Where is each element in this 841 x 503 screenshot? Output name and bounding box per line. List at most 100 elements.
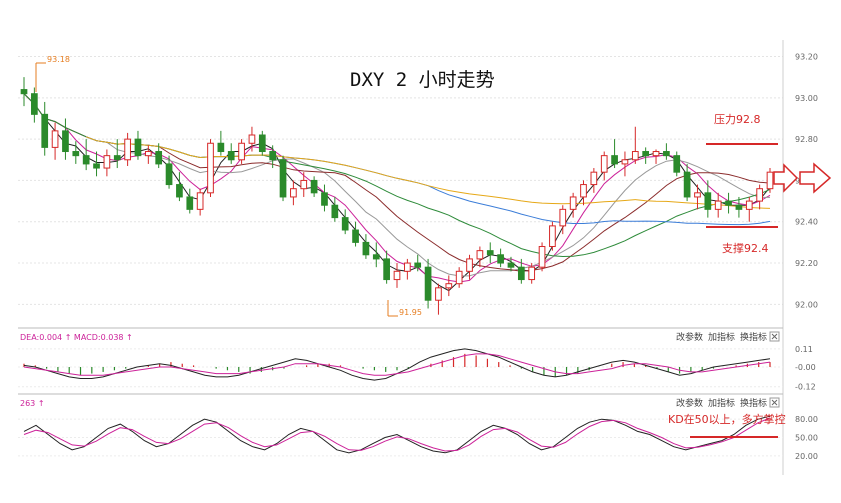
candle-body [124, 138, 131, 161]
candle-body [590, 171, 598, 186]
price-tick-label: 92.80 [795, 135, 818, 144]
candle-body [673, 155, 681, 173]
candle-body [321, 192, 328, 206]
candle-body [290, 188, 297, 198]
arrow-shape-2 [799, 162, 832, 194]
candlestick [673, 151, 681, 177]
price-tick-label: 92.20 [795, 259, 818, 268]
candle-body [113, 155, 121, 161]
candle-body [725, 200, 732, 206]
candle-body [569, 196, 577, 210]
price-tick-label: 93.00 [795, 94, 818, 103]
macd-add-indicator-button[interactable]: 加指标 [708, 331, 735, 343]
candle-body [207, 142, 214, 194]
price-y-axis: 93.2093.0092.8092.6092.4092.2092.00 [782, 40, 818, 475]
macd-change-params-button[interactable]: 改参数 [676, 331, 703, 343]
kd-y-axis: 80.00 50.00 20.00 [795, 415, 818, 461]
candle-body [51, 130, 59, 148]
macd-y-axis: 0.11 -0.00 -0.12 [795, 345, 816, 392]
price-tick-label: 93.20 [795, 53, 818, 62]
candle-body [652, 151, 660, 157]
candlestick [766, 168, 774, 193]
candle-body [756, 188, 763, 202]
candle-body [611, 155, 618, 165]
candle-body [445, 283, 453, 289]
candle-body [549, 225, 556, 248]
candle-body [766, 171, 774, 190]
candle-body [279, 159, 287, 198]
candle-body [144, 151, 152, 157]
candle-body [714, 200, 722, 210]
candle-body [341, 217, 349, 231]
macd-close-icon[interactable] [769, 331, 780, 342]
candle-body [683, 171, 691, 198]
candle-body [600, 155, 608, 173]
candle-body [176, 184, 183, 198]
candlestick [549, 221, 556, 251]
macd-line [23, 353, 771, 376]
macd-line [23, 348, 771, 381]
candle-body [331, 204, 339, 219]
candlestick [238, 139, 245, 164]
kd-add-indicator-button[interactable]: 加指标 [708, 397, 735, 409]
candle-body [694, 192, 701, 198]
candle-body [217, 142, 225, 153]
candle-body [258, 134, 266, 153]
candle-body [466, 258, 473, 272]
candle-body [704, 192, 712, 210]
candle-body [559, 208, 567, 227]
macd-lines [23, 348, 771, 381]
candle-body [414, 262, 422, 268]
price-tick-label: 92.00 [795, 300, 818, 309]
candlestick [279, 155, 287, 202]
candle-body [165, 163, 173, 186]
price-tick-label: 92.40 [795, 218, 818, 227]
kd-change-params-button[interactable]: 改参数 [676, 397, 703, 409]
price-panel: 93.2093.0092.8092.6092.4092.2092.00 DXY … [18, 40, 832, 475]
candle-body [580, 184, 587, 198]
support-label: 支撑92.4 [722, 241, 769, 255]
macd-tick-label: 0.11 [795, 345, 813, 354]
kd-lines [23, 415, 771, 454]
macd-panel: DEA:0.004 ↑ MACD:0.038 ↑ 改参数 加指标 换指标 0.1… [18, 327, 816, 392]
candle-body [227, 151, 235, 161]
macd-switch-indicator-button[interactable]: 换指标 [740, 331, 767, 343]
kd-close-icon[interactable] [769, 397, 780, 408]
high-value-label: 93.18 [47, 55, 70, 64]
candle-body [93, 163, 100, 169]
candle-body [196, 192, 204, 210]
candle-body [424, 266, 432, 301]
candle-body [517, 266, 525, 281]
candle-body [528, 266, 536, 281]
candle-body [310, 179, 318, 194]
candlestick [207, 139, 214, 197]
chart-title: DXY 2 小时走势 [350, 69, 495, 91]
candle-body [20, 89, 28, 95]
kd-tick-label: 80.00 [795, 415, 818, 424]
candlestick [538, 242, 546, 272]
candle-body [238, 142, 245, 161]
candle-body [435, 287, 442, 301]
candle-body [300, 179, 308, 190]
candle-body [362, 241, 370, 256]
candle-body [393, 270, 401, 281]
candle-body [538, 246, 546, 268]
kd-line [23, 415, 771, 454]
kd-switch-indicator-button[interactable]: 换指标 [740, 397, 767, 409]
macd-indicator-label: DEA:0.004 ↑ MACD:0.038 ↑ [20, 333, 133, 342]
macd-tick-label: -0.00 [795, 363, 816, 372]
candle-body [82, 155, 90, 165]
candle-body [155, 151, 163, 165]
candle-body [372, 254, 380, 260]
kd-tick-label: 20.00 [795, 452, 818, 461]
kd-panel: 263 ↑ 改参数 加指标 换指标 80.00 50.00 20.00 KD在50以… [18, 393, 818, 461]
candle-body [352, 229, 359, 243]
candle-body [631, 151, 639, 161]
candle-body [134, 138, 142, 157]
candle-body [103, 155, 111, 169]
candle-body [486, 250, 494, 256]
candle-body [269, 151, 277, 161]
candle-body [745, 200, 753, 210]
resistance-label: 压力92.8 [714, 113, 761, 126]
kd-note: KD在50以上，多方掌控 [668, 412, 786, 426]
